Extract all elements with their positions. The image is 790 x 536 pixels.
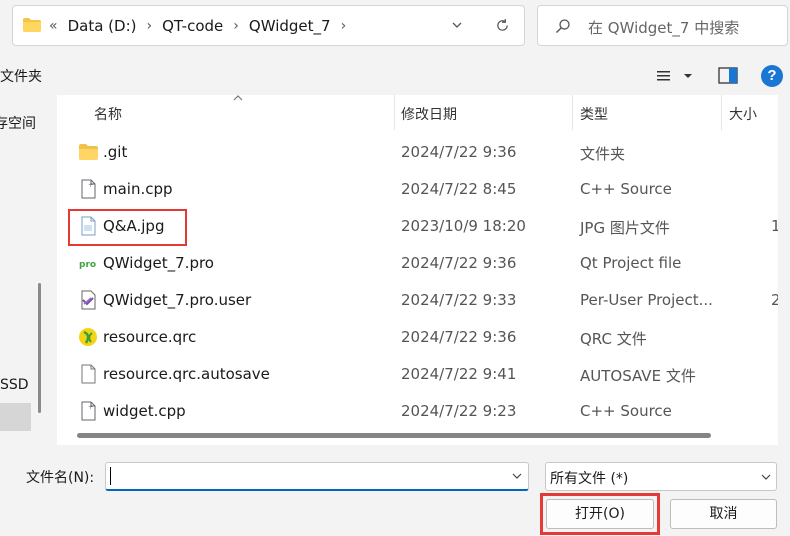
file-date: 2023/10/9 18:20 — [401, 217, 526, 235]
preview-pane-icon[interactable] — [718, 67, 738, 84]
generic-file-icon — [81, 364, 96, 384]
chevron-down-icon[interactable] — [450, 18, 464, 32]
search-placeholder: 在 QWidget_7 中搜索 — [588, 19, 740, 37]
file-name: QWidget_7.pro — [103, 254, 214, 272]
filetype-select[interactable]: 所有文件 (*) — [545, 462, 777, 491]
address-bar[interactable]: « Data (D:) › QT-code › QWidget_7 › — [12, 5, 525, 46]
breadcrumb: « Data (D:) › QT-code › QWidget_7 › — [49, 6, 346, 45]
file-name: QWidget_7.pro.user — [103, 291, 252, 309]
nav-item-storage[interactable]: 存空间 — [0, 113, 36, 133]
file-row[interactable]: resource.qrc 2024/7/22 9:36 QRC 文件 — [57, 319, 778, 356]
column-date[interactable]: 修改日期 — [401, 104, 457, 124]
horizontal-scrollbar[interactable] — [77, 433, 711, 438]
filename-label: 文件名(N): — [26, 470, 95, 486]
file-type: AUTOSAVE 文件 — [580, 367, 696, 385]
cpp-file-icon: + — [81, 179, 96, 199]
file-type: QRC 文件 — [580, 330, 647, 348]
file-type: 文件夹 — [580, 145, 626, 163]
cancel-button[interactable]: 取消 — [670, 499, 777, 529]
chevron-down-icon — [761, 474, 771, 480]
file-date: 2024/7/22 9:36 — [401, 328, 517, 346]
nav-item-selected[interactable] — [0, 403, 31, 431]
file-name: widget.cpp — [103, 402, 186, 420]
file-row[interactable]: .git 2024/7/22 9:36 文件夹 — [57, 134, 778, 171]
file-name: resource.qrc.autosave — [103, 365, 270, 383]
view-options-icon[interactable] — [654, 68, 696, 84]
column-header: 名称 修改日期 类型 大小 — [57, 95, 778, 130]
column-divider[interactable] — [721, 95, 722, 130]
chevron-down-icon[interactable] — [512, 472, 522, 480]
column-divider[interactable] — [572, 95, 573, 130]
qt-pro-icon: pro — [79, 256, 97, 270]
breadcrumb-item-qt-code[interactable]: QT-code — [162, 17, 223, 35]
file-type: Per-User Project... — [580, 291, 713, 309]
text-caret — [110, 467, 111, 485]
svg-text:+: + — [88, 182, 93, 189]
open-button[interactable]: 打开(O) — [546, 499, 654, 529]
qrc-file-icon — [79, 328, 97, 346]
file-type: Qt Project file — [580, 254, 682, 272]
svg-text:+: + — [88, 404, 93, 411]
column-type[interactable]: 类型 — [580, 104, 608, 124]
svg-text:pro: pro — [79, 260, 96, 270]
file-type: C++ Source — [580, 402, 672, 420]
help-icon[interactable]: ? — [761, 65, 783, 87]
file-name: .git — [103, 143, 128, 161]
file-row[interactable]: + widget.cpp 2024/7/22 9:23 C++ Source — [57, 393, 778, 430]
file-size: 2 — [771, 291, 778, 309]
search-icon — [556, 19, 570, 33]
user-file-icon — [81, 290, 96, 310]
breadcrumb-item-drive[interactable]: Data (D:) — [68, 17, 137, 35]
file-type: C++ Source — [580, 180, 672, 198]
refresh-icon[interactable] — [495, 18, 510, 33]
folder-icon — [79, 144, 98, 160]
file-size: 1 — [771, 217, 778, 235]
file-date: 2024/7/22 9:23 — [401, 402, 517, 420]
file-date: 2024/7/22 9:36 — [401, 254, 517, 272]
file-list: 名称 修改日期 类型 大小 .git 2024/7/22 9:36 文件夹 + … — [57, 95, 778, 445]
nav-item-ssd[interactable]: SSD — [0, 377, 29, 393]
file-name: resource.qrc — [103, 328, 197, 346]
file-type: JPG 图片文件 — [580, 219, 670, 237]
cpp-file-icon: + — [81, 401, 96, 421]
breadcrumb-item-qwidget[interactable]: QWidget_7 — [249, 17, 331, 35]
breadcrumb-overflow[interactable]: « — [49, 18, 58, 34]
file-date: 2024/7/22 9:41 — [401, 365, 517, 383]
column-divider[interactable] — [394, 95, 395, 130]
sort-ascending-icon — [233, 95, 243, 101]
filename-input[interactable] — [105, 462, 529, 491]
column-size[interactable]: 大小 — [729, 104, 757, 124]
file-row[interactable]: pro QWidget_7.pro 2024/7/22 9:36 Qt Proj… — [57, 245, 778, 282]
file-row[interactable]: QWidget_7.pro.user 2024/7/22 9:33 Per-Us… — [57, 282, 778, 319]
file-highlight-box — [68, 209, 187, 246]
new-folder-button[interactable]: 文件夹 — [0, 66, 42, 86]
file-date: 2024/7/22 8:45 — [401, 180, 517, 198]
column-name[interactable]: 名称 — [94, 104, 122, 124]
file-date: 2024/7/22 9:36 — [401, 143, 517, 161]
file-row[interactable]: resource.qrc.autosave 2024/7/22 9:41 AUT… — [57, 356, 778, 393]
search-box[interactable]: 在 QWidget_7 中搜索 — [537, 5, 788, 46]
breadcrumb-separator[interactable]: › — [233, 18, 239, 34]
file-date: 2024/7/22 9:33 — [401, 291, 517, 309]
breadcrumb-separator[interactable]: › — [341, 18, 347, 34]
file-row[interactable]: + main.cpp 2024/7/22 8:45 C++ Source — [57, 171, 778, 208]
breadcrumb-separator[interactable]: › — [146, 18, 152, 34]
nav-scrollbar[interactable] — [38, 283, 41, 413]
file-name: main.cpp — [103, 180, 173, 198]
navigation-pane: 存空间 SSD — [0, 95, 46, 445]
folder-icon — [23, 18, 41, 32]
filetype-value: 所有文件 (*) — [550, 471, 629, 487]
